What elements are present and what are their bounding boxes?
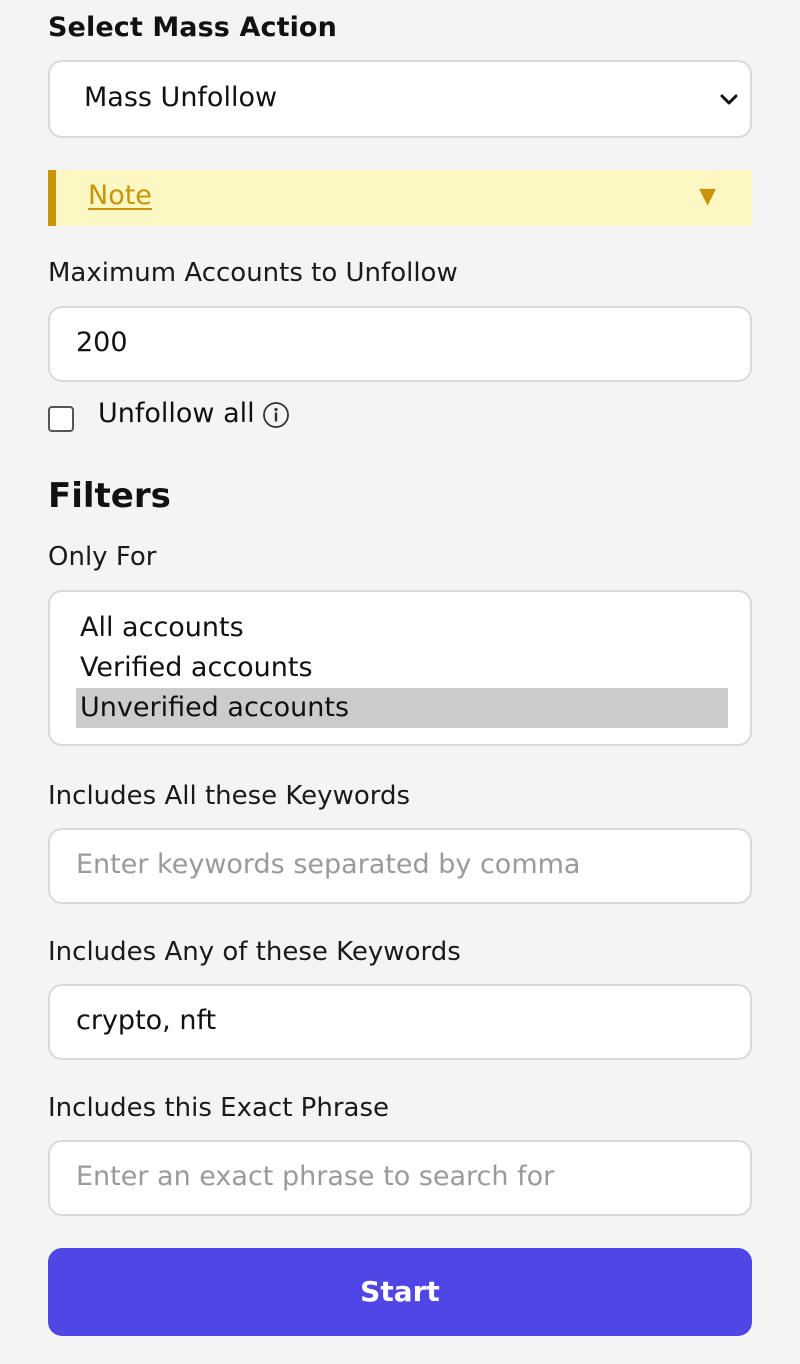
max-accounts-input[interactable]: 200 xyxy=(48,306,752,382)
unfollow-all-checkbox[interactable] xyxy=(48,406,74,432)
start-button[interactable]: Start xyxy=(48,1248,752,1336)
any-keywords-input[interactable]: crypto, nft xyxy=(48,984,752,1060)
any-keywords-value: crypto, nft xyxy=(76,1005,217,1036)
only-for-listbox[interactable]: All accounts Verified accounts Unverifie… xyxy=(48,590,752,746)
unfollow-all-label[interactable]: Unfollow all xyxy=(98,398,255,429)
exact-phrase-label: Includes this Exact Phrase xyxy=(48,1093,389,1123)
only-for-label: Only For xyxy=(48,542,157,572)
note-collapsible[interactable]: Note ▼ xyxy=(48,170,752,226)
only-for-option-verified[interactable]: Verified accounts xyxy=(76,648,728,688)
only-for-option-all[interactable]: All accounts xyxy=(76,608,728,648)
mass-action-select[interactable]: Mass Unfollow xyxy=(48,60,752,138)
only-for-option-unverified[interactable]: Unverified accounts xyxy=(76,688,728,728)
info-icon[interactable] xyxy=(262,401,290,429)
mass-action-form: Select Mass Action Mass Unfollow Note ▼ … xyxy=(0,0,800,1364)
note-link[interactable]: Note xyxy=(88,180,152,211)
max-accounts-label: Maximum Accounts to Unfollow xyxy=(48,258,458,288)
all-keywords-input[interactable]: Enter keywords separated by comma xyxy=(48,828,752,904)
exact-phrase-input[interactable]: Enter an exact phrase to search for xyxy=(48,1140,752,1216)
all-keywords-label: Includes All these Keywords xyxy=(48,781,411,811)
mass-action-selected-value: Mass Unfollow xyxy=(84,82,278,113)
caret-down-icon: ▼ xyxy=(699,184,716,209)
exact-phrase-placeholder: Enter an exact phrase to search for xyxy=(76,1161,555,1192)
any-keywords-label: Includes Any of these Keywords xyxy=(48,937,461,967)
max-accounts-value: 200 xyxy=(76,327,128,358)
filters-heading: Filters xyxy=(48,476,171,516)
select-mass-action-label: Select Mass Action xyxy=(48,12,337,43)
chevron-down-icon xyxy=(720,94,738,105)
all-keywords-placeholder: Enter keywords separated by comma xyxy=(76,849,581,880)
